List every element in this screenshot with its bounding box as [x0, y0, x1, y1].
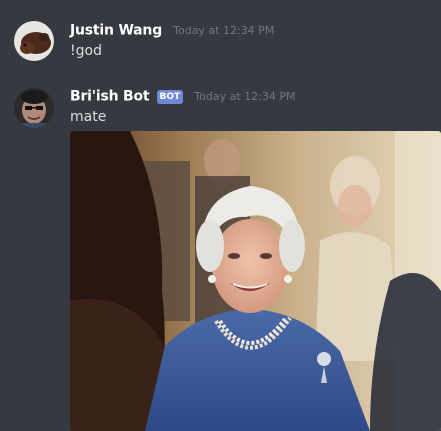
image-attachment[interactable] — [70, 131, 441, 431]
username[interactable]: Justin Wang — [70, 23, 162, 39]
username[interactable]: Bri'ish Bot — [70, 89, 150, 105]
message-timestamp: Today at 12:34 PM — [173, 24, 275, 37]
message-timestamp: Today at 12:34 PM — [194, 90, 296, 103]
message-briish-bot: Bri'ish Bot BOT Today at 12:34 PM mate — [0, 76, 441, 431]
photo-image — [70, 131, 441, 431]
message-header: Justin Wang Today at 12:34 PM — [70, 20, 274, 39]
bot-badge: BOT — [156, 89, 184, 104]
user-avatar-icon — [14, 21, 54, 61]
message-content: mate — [70, 109, 107, 125]
chat-message-list: Justin Wang Today at 12:34 PM !god Bri'i… — [0, 0, 441, 431]
message-justin-wang: Justin Wang Today at 12:34 PM !god — [0, 0, 441, 76]
user-avatar[interactable] — [14, 21, 54, 61]
bot-avatar[interactable] — [14, 88, 54, 128]
message-content: !god — [70, 43, 102, 59]
message-header: Bri'ish Bot BOT Today at 12:34 PM — [70, 86, 295, 105]
bot-avatar-icon — [14, 88, 54, 128]
